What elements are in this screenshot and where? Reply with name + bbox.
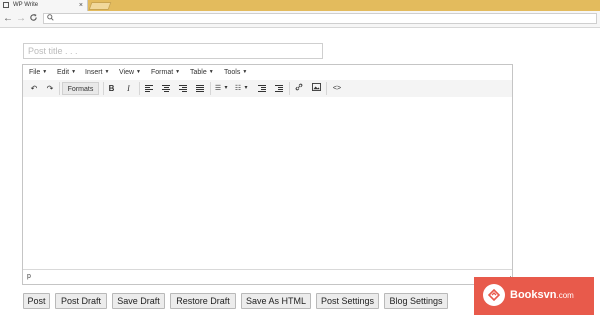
new-tab-button[interactable] — [88, 2, 112, 10]
tab-title: WP Write — [13, 2, 39, 8]
redo-icon[interactable]: ↷ — [44, 82, 56, 95]
browser-navbar: ← → — [0, 11, 600, 28]
toolbar-divider — [210, 82, 211, 95]
element-path[interactable]: p — [27, 272, 31, 281]
menu-tools[interactable]: Tools ▼ — [224, 68, 247, 77]
caret-down-icon: ▼ — [136, 69, 141, 75]
editor-toolbar: ↶ ↷ Formats ▼ B I ☰ ▾ ☷ ▾ — [23, 80, 512, 106]
source-code-icon[interactable]: <> — [330, 82, 344, 95]
menu-insert[interactable]: Insert ▼ — [85, 68, 109, 77]
post-title-input[interactable] — [23, 43, 323, 59]
italic-button[interactable]: I — [123, 82, 134, 95]
reload-icon[interactable] — [29, 13, 38, 26]
forward-icon[interactable]: → — [16, 13, 26, 25]
indent-icon[interactable] — [273, 82, 285, 95]
menu-format[interactable]: Format ▼ — [151, 68, 180, 77]
rich-text-editor: File ▼ Edit ▼ Insert ▼ View ▼ Format ▼ Table ▼… — [22, 64, 513, 285]
editor-content-area[interactable] — [23, 97, 512, 271]
toolbar-divider — [326, 82, 327, 95]
menu-view[interactable]: View ▼ — [119, 68, 141, 77]
caret-down-icon: ▼ — [104, 69, 110, 75]
post-settings-button[interactable]: Post Settings — [316, 293, 379, 309]
caret-down-icon: ▼ — [242, 69, 248, 75]
caret-down-icon: ▼ — [71, 69, 77, 75]
caret-down-icon: ▼ — [42, 69, 48, 75]
brand-logo-icon — [483, 284, 505, 306]
watermark-text: Booksvn.com — [510, 289, 574, 301]
save-as-html-button[interactable]: Save As HTML — [241, 293, 311, 309]
link-icon[interactable] — [293, 82, 305, 95]
align-left-icon[interactable] — [143, 82, 155, 95]
bold-button[interactable]: B — [106, 82, 117, 95]
formats-dropdown[interactable]: Formats ▼ — [62, 82, 99, 106]
editor-menubar: File ▼ Edit ▼ Insert ▼ View ▼ Format ▼ Table ▼… — [23, 65, 512, 81]
bullet-list-icon[interactable]: ☰ — [213, 82, 223, 95]
toolbar-divider — [103, 82, 104, 95]
close-tab-icon[interactable]: × — [79, 1, 83, 10]
toolbar-divider — [59, 82, 60, 95]
align-justify-icon[interactable] — [194, 82, 206, 95]
save-draft-button[interactable]: Save Draft — [112, 293, 165, 309]
caret-down-icon[interactable]: ▾ — [243, 82, 249, 95]
search-icon — [47, 14, 54, 24]
numbered-list-icon[interactable]: ☷ — [233, 82, 243, 95]
caret-down-icon[interactable]: ▾ — [223, 82, 229, 95]
toolbar-divider — [289, 82, 290, 95]
address-bar[interactable] — [43, 13, 597, 24]
back-icon[interactable]: ← — [3, 13, 13, 25]
toolbar-divider — [139, 82, 140, 95]
outdent-icon[interactable] — [256, 82, 268, 95]
menu-edit[interactable]: Edit ▼ — [57, 68, 76, 77]
menu-table[interactable]: Table ▼ — [190, 68, 214, 77]
blog-settings-button[interactable]: Blog Settings — [384, 293, 448, 309]
browser-tab[interactable]: WP Write × — [0, 0, 88, 11]
editor-statusbar: p — [23, 269, 512, 284]
align-right-icon[interactable] — [177, 82, 189, 95]
post-button[interactable]: Post — [23, 293, 50, 309]
align-center-icon[interactable] — [160, 82, 172, 95]
menu-file[interactable]: File ▼ — [29, 68, 47, 77]
post-draft-button[interactable]: Post Draft — [55, 293, 107, 309]
watermark-logo: Booksvn.com — [474, 277, 594, 315]
browser-tab-strip: WP Write × — [0, 0, 600, 11]
caret-down-icon: ▼ — [208, 69, 214, 75]
undo-icon[interactable]: ↶ — [28, 82, 40, 95]
caret-down-icon: ▼ — [175, 69, 181, 75]
page-icon — [3, 2, 9, 8]
restore-draft-button[interactable]: Restore Draft — [170, 293, 236, 309]
image-icon[interactable] — [310, 82, 322, 95]
